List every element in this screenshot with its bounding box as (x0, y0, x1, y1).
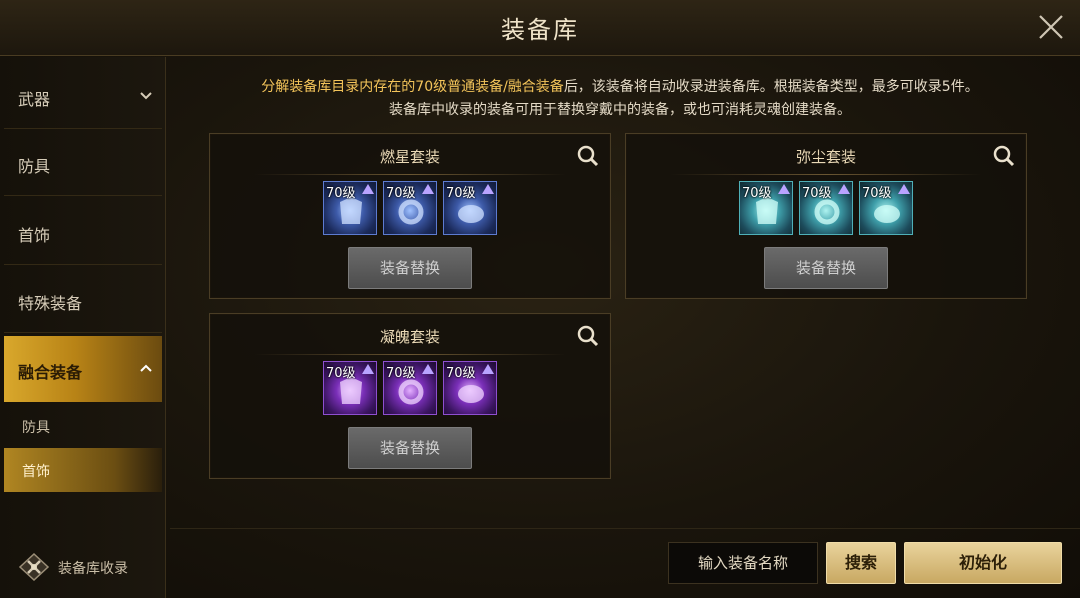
equip-swap-button[interactable]: 装备替换 (348, 427, 472, 469)
equipment-slot[interactable]: 70级 (739, 181, 793, 235)
divider (254, 354, 566, 355)
sidebar-subitem-armor[interactable]: 防具 (4, 404, 162, 448)
rarity-triangle (422, 184, 434, 194)
set-title: 弥尘套装 (795, 148, 856, 166)
sidebar-item-label: 武器 (18, 90, 51, 109)
item-level: 70级 (386, 366, 416, 381)
sidebar-item-weapon[interactable]: 武器 (4, 63, 162, 129)
divider (670, 174, 982, 175)
item-row: 70级 70级 70级 (210, 361, 610, 415)
equip-swap-button[interactable]: 装备替换 (348, 247, 472, 289)
collection-label: 装备库收录 (58, 561, 128, 577)
set-card-ningpo: 凝魄套装 70级 70级 70级 装备替换 (209, 313, 611, 479)
item-level: 70级 (326, 186, 356, 201)
sidebar-subitem-label: 防具 (22, 420, 50, 436)
sidebar-subitem-accessory[interactable]: 首饰 (4, 448, 162, 492)
item-level: 70级 (386, 186, 416, 201)
equipment-slot[interactable]: 70级 (859, 181, 913, 235)
rarity-triangle (482, 184, 494, 194)
equipment-slot[interactable]: 70级 (799, 181, 853, 235)
info-line-2: 装备库中收录的装备可用于替换穿戴中的装备，或也可消耗灵魂创建装备。 (389, 102, 851, 118)
info-text: 后，该装备将自动收录进装备库。根据装备类型，最多可收录5件。 (563, 79, 979, 95)
rarity-triangle (778, 184, 790, 194)
item-level: 70级 (446, 366, 476, 381)
set-title: 燃星套装 (379, 148, 440, 166)
rarity-triangle (482, 364, 494, 374)
search-icon[interactable] (992, 144, 1016, 168)
equip-swap-button[interactable]: 装备替换 (764, 247, 888, 289)
info-line-1: 分解装备库目录内存在的70级普通装备/融合装备后，该装备将自动收录进装备库。根据… (170, 76, 1070, 96)
sidebar-item-label: 融合装备 (18, 363, 83, 382)
item-level: 70级 (742, 186, 772, 201)
reset-button[interactable]: 初始化 (904, 542, 1062, 584)
item-row: 70级 70级 70级 (626, 181, 1026, 235)
equipment-slot[interactable]: 70级 (323, 361, 377, 415)
equipment-slot[interactable]: 70级 (383, 361, 437, 415)
search-icon[interactable] (576, 324, 600, 348)
equipment-slot[interactable]: 70级 (443, 181, 497, 235)
equipment-name-search-input[interactable]: 输入装备名称 (668, 542, 818, 584)
set-card-michen: 弥尘套装 70级 70级 70级 装备替换 (625, 133, 1027, 299)
search-icon[interactable] (576, 144, 600, 168)
sidebar-item-label: 首饰 (18, 226, 51, 245)
divider (170, 528, 1080, 529)
sidebar-item-label: 防具 (18, 157, 51, 176)
header-bar: 装备库 (0, 0, 1080, 56)
sidebar-item-accessory[interactable]: 首饰 (4, 199, 162, 265)
chevron-down-icon (140, 92, 152, 100)
item-level: 70级 (326, 366, 356, 381)
item-level: 70级 (802, 186, 832, 201)
rarity-triangle (898, 184, 910, 194)
info-highlight: 分解装备库目录内存在的70级普通装备/融合装备 (261, 79, 564, 95)
rarity-triangle (838, 184, 850, 194)
sidebar-subitem-label: 首饰 (22, 464, 50, 480)
page-title: 装备库 (501, 16, 579, 44)
set-title: 凝魄套装 (379, 328, 440, 346)
chevron-up-icon (140, 364, 152, 372)
sidebar: 武器 防具 首饰 特殊装备 融合装备 防具 首饰 装备库收录 (0, 57, 166, 598)
item-row: 70级 70级 70级 (210, 181, 610, 235)
equipment-slot[interactable]: 70级 (443, 361, 497, 415)
sidebar-item-label: 特殊装备 (18, 294, 83, 313)
set-card-ranxing: 燃星套装 70级 70级 70级 装备替换 (209, 133, 611, 299)
rarity-triangle (362, 364, 374, 374)
item-level: 70级 (446, 186, 476, 201)
divider (254, 174, 566, 175)
close-button[interactable] (1036, 12, 1066, 42)
item-level: 70级 (862, 186, 892, 201)
equipment-slot[interactable]: 70级 (383, 181, 437, 235)
rarity-triangle (422, 364, 434, 374)
sidebar-item-armor[interactable]: 防具 (4, 130, 162, 196)
search-button[interactable]: 搜索 (826, 542, 896, 584)
equipment-storage-window: 装备库 武器 防具 首饰 特殊装备 融合装备 防具 首饰 装备库收录 分解装备库… (0, 0, 1080, 598)
rarity-triangle (362, 184, 374, 194)
collection-emblem-icon (18, 552, 50, 582)
sidebar-item-special[interactable]: 特殊装备 (4, 267, 162, 333)
equipment-slot[interactable]: 70级 (323, 181, 377, 235)
sidebar-item-fusion[interactable]: 融合装备 (4, 336, 162, 402)
close-icon (1039, 15, 1063, 39)
